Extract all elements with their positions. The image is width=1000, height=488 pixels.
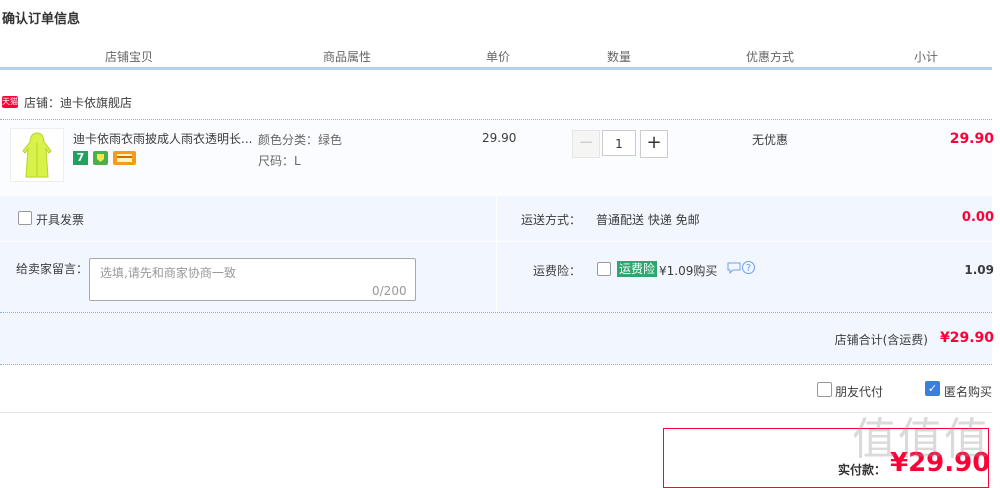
column-header-props: 商品属性	[323, 50, 372, 64]
qty-input[interactable]: 1	[602, 130, 636, 156]
column-divider	[558, 43, 559, 65]
anonymous-label[interactable]: 匿名购买	[944, 383, 992, 400]
column-header-price: 单价	[486, 50, 511, 64]
unit-price: 29.90	[482, 131, 517, 145]
friend-pay-label[interactable]: 朋友代付	[835, 383, 883, 400]
insurance-badge: 运费险	[617, 261, 658, 277]
column-divider	[257, 43, 258, 65]
insurance-value: 1.09	[964, 263, 994, 277]
shipping-price: 0.00	[961, 210, 994, 225]
message-label: 给卖家留言：	[16, 262, 89, 276]
column-header-promo: 优惠方式	[746, 50, 795, 64]
insurance-price-text: ¥1.09购买	[659, 264, 718, 278]
insurance-label: 运费险：	[533, 264, 582, 278]
card-pay-icon[interactable]	[113, 151, 136, 165]
product-thumbnail[interactable]	[10, 128, 64, 182]
table-header: 店铺宝贝 商品属性 单价 数量 优惠方式 小计	[0, 43, 992, 70]
product-color: 颜色分类：绿色	[258, 133, 343, 147]
tmall-icon: 天猫	[2, 96, 18, 108]
insurance-checkbox[interactable]	[597, 262, 611, 276]
shop-line: 天猫 店铺：迪卡依旗舰店	[2, 92, 132, 112]
promo-value: 无优惠	[752, 133, 789, 147]
invoice-label[interactable]: 开具发票	[36, 211, 84, 228]
message-placeholder: 选填,请先和商家协商一致	[100, 266, 236, 280]
guarantee-icon[interactable]	[93, 151, 108, 165]
shop-total-value: ¥29.90	[939, 330, 994, 346]
shipping-method[interactable]: 普通配送 快递 免邮	[596, 211, 700, 228]
column-header-subtotal: 小计	[914, 50, 939, 64]
product-title-link[interactable]: 迪卡依雨衣雨披成人雨衣透明长...	[73, 130, 252, 147]
section-divider	[0, 412, 992, 413]
panel-divider	[496, 196, 497, 312]
column-header-qty: 数量	[607, 50, 632, 64]
column-divider	[437, 43, 438, 65]
qty-decrease-button[interactable]: −	[572, 130, 600, 158]
qty-increase-button[interactable]: +	[640, 130, 668, 158]
anonymous-checkbox[interactable]: ✓	[925, 381, 940, 396]
shop-name[interactable]: 店铺：迪卡依旗舰店	[24, 94, 132, 111]
shop-total-label: 店铺合计(含运费)	[834, 333, 928, 347]
item-subtotal: 29.90	[949, 131, 994, 147]
product-size: 尺码：L	[258, 154, 301, 168]
invoice-checkbox[interactable]	[18, 211, 32, 225]
chat-icon[interactable]	[727, 262, 741, 275]
raincoat-image	[22, 132, 52, 178]
column-divider	[680, 43, 681, 65]
shipping-label: 运送方式：	[521, 213, 582, 227]
page-title: 确认订单信息	[2, 12, 81, 27]
column-divider	[860, 43, 861, 65]
message-char-count: 0/200	[372, 284, 407, 298]
seven-day-return-icon[interactable]: 7	[73, 151, 88, 165]
column-header-item: 店铺宝贝	[105, 50, 154, 64]
help-icon[interactable]: ?	[742, 261, 755, 274]
watermark: 值值值	[852, 414, 990, 465]
friend-pay-checkbox[interactable]	[817, 382, 832, 397]
